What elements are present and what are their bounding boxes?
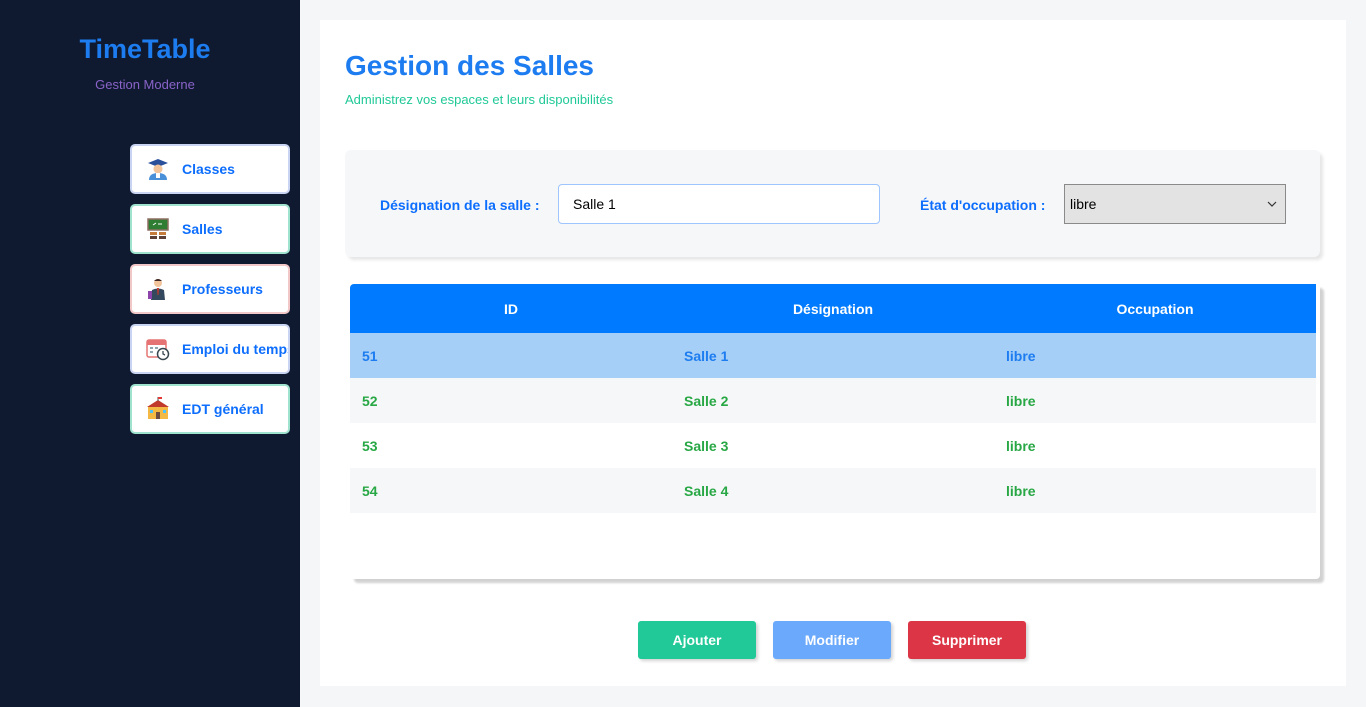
classroom-icon (146, 217, 170, 241)
table-row[interactable]: 52 Salle 2 libre (350, 378, 1316, 423)
cell-designation: Salle 4 (684, 482, 729, 499)
designation-label: Désignation de la salle : (380, 197, 540, 213)
etat-select[interactable]: libre (1064, 184, 1286, 224)
sidebar-item-classes[interactable]: Classes (130, 144, 290, 194)
cell-id: 51 (362, 347, 378, 364)
calendar-clock-icon (146, 337, 170, 361)
cell-occupation: libre (1006, 347, 1036, 364)
brand-title: TimeTable (79, 34, 211, 64)
sidebar-item-label: Salles (182, 221, 223, 237)
etat-select-value: libre (1070, 196, 1097, 212)
table-header: ID Désignation Occupation (350, 284, 1316, 333)
brand-subtitle: Gestion Moderne (95, 77, 195, 92)
column-header-id[interactable]: ID (350, 301, 672, 317)
main-panel: Gestion des Salles Administrez vos espac… (320, 20, 1346, 686)
cell-designation: Salle 1 (684, 347, 729, 364)
table-row[interactable]: 51 Salle 1 libre (350, 333, 1316, 378)
page-subtitle: Administrez vos espaces et leurs disponi… (345, 92, 614, 107)
column-header-designation[interactable]: Désignation (672, 301, 994, 317)
add-button[interactable]: Ajouter (638, 621, 756, 659)
etat-label: État d'occupation : (920, 197, 1046, 213)
school-icon (146, 397, 170, 421)
cell-id: 53 (362, 437, 378, 454)
column-header-occupation[interactable]: Occupation (994, 301, 1316, 317)
chevron-down-icon (1263, 195, 1281, 213)
sidebar-item-edt-general[interactable]: EDT général (130, 384, 290, 434)
sidebar-item-label: Emploi du temps (182, 341, 290, 357)
sidebar-item-label: Professeurs (182, 281, 263, 297)
sidebar-item-label: Classes (182, 161, 235, 177)
table-body: 51 Salle 1 libre 52 Salle 2 libre 53 Sal… (350, 333, 1316, 513)
delete-button[interactable]: Supprimer (908, 621, 1026, 659)
cell-occupation: libre (1006, 392, 1036, 409)
designation-input[interactable] (558, 184, 880, 224)
edit-button[interactable]: Modifier (773, 621, 891, 659)
cell-occupation: libre (1006, 482, 1036, 499)
cell-designation: Salle 2 (684, 392, 729, 409)
page-title: Gestion des Salles (345, 50, 594, 81)
cell-designation: Salle 3 (684, 437, 729, 454)
teacher-icon (146, 157, 170, 181)
table-row[interactable]: 54 Salle 4 libre (350, 468, 1316, 513)
sidebar: TimeTable Gestion Moderne Classes Salles (0, 0, 300, 707)
sidebar-item-emploi-du-temps[interactable]: Emploi du temps (130, 324, 290, 374)
sidebar-item-professeurs[interactable]: Professeurs (130, 264, 290, 314)
sidebar-item-label: EDT général (182, 401, 264, 417)
cell-occupation: libre (1006, 437, 1036, 454)
salle-form: Désignation de la salle : État d'occupat… (345, 150, 1320, 257)
salles-table: ID Désignation Occupation 51 Salle 1 lib… (350, 284, 1320, 579)
professor-icon (146, 277, 170, 301)
table-row[interactable]: 53 Salle 3 libre (350, 423, 1316, 468)
cell-id: 52 (362, 392, 378, 409)
cell-id: 54 (362, 482, 378, 499)
sidebar-item-salles[interactable]: Salles (130, 204, 290, 254)
